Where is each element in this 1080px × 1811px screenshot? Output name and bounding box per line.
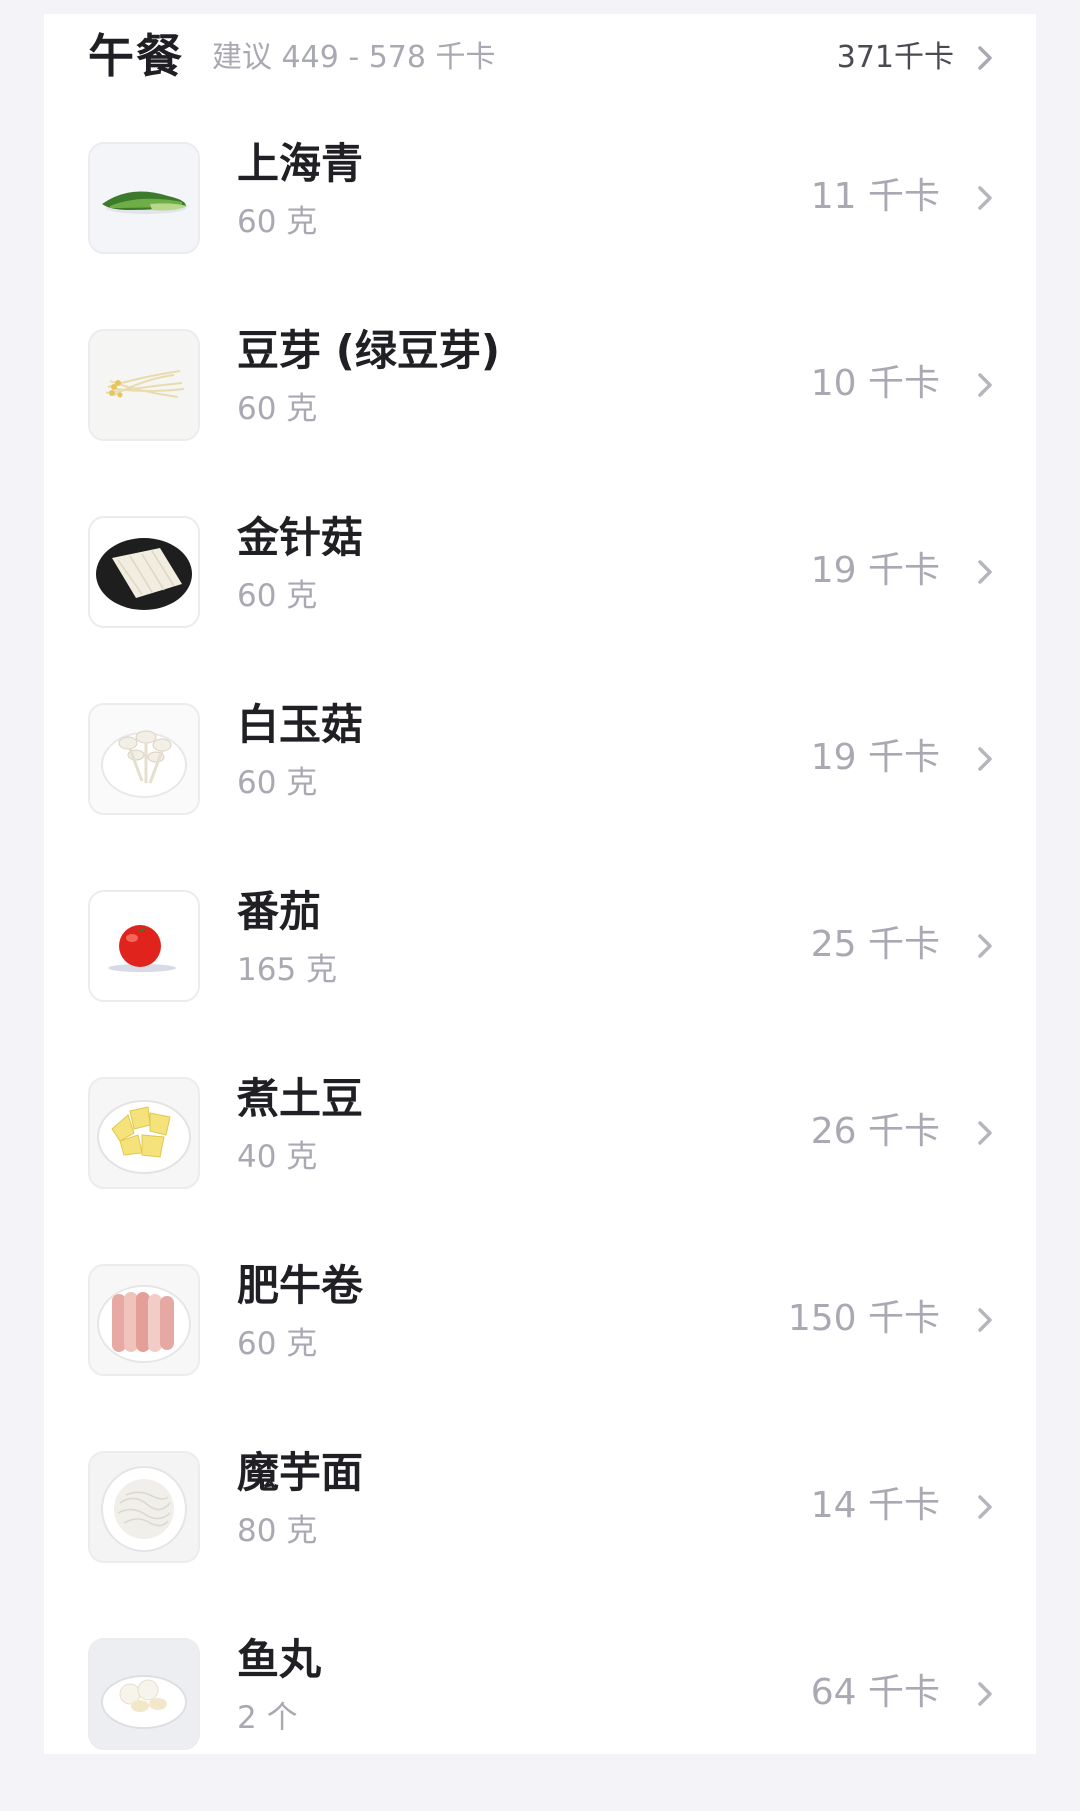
- bean-sprouts-photo: [88, 329, 200, 441]
- chevron-right-icon[interactable]: [976, 44, 994, 72]
- food-name: 上海青: [237, 139, 364, 188]
- chevron-right-icon[interactable]: [976, 1493, 994, 1521]
- food-kcal: 64 千卡: [810, 1672, 940, 1713]
- meal-suggestion: 建议 449 - 578 千卡: [212, 40, 496, 75]
- food-item-konjac-noodle[interactable]: 魔芋面 80 克 14 千卡: [44, 1437, 1036, 1624]
- tomato-photo: [88, 890, 200, 1002]
- food-name: 金针菇: [237, 513, 364, 562]
- food-kcal: 26 千卡: [810, 1111, 940, 1152]
- food-amount: 165 克: [237, 952, 338, 988]
- food-kcal: 14 千卡: [810, 1485, 940, 1526]
- food-amount: 60 克: [237, 1326, 318, 1362]
- food-item-tomato[interactable]: 番茄 165 克 25 千卡: [44, 876, 1036, 1063]
- chevron-right-icon[interactable]: [976, 184, 994, 212]
- food-kcal: 150 千卡: [787, 1298, 940, 1339]
- food-name: 番茄: [237, 887, 322, 936]
- food-amount: 80 克: [237, 1513, 318, 1549]
- food-name: 白玉菇: [237, 700, 364, 749]
- chevron-right-icon[interactable]: [976, 1680, 994, 1708]
- food-item-fish-ball[interactable]: 鱼丸 2 个 64 千卡: [44, 1624, 1036, 1811]
- food-kcal: 10 千卡: [810, 363, 940, 404]
- chevron-right-icon[interactable]: [976, 1119, 994, 1147]
- fish-ball-photo: [88, 1638, 200, 1750]
- boiled-potato-photo: [88, 1077, 200, 1189]
- enoki-mushroom-photo: [88, 516, 200, 628]
- food-item-beef-roll[interactable]: 肥牛卷 60 克 150 千卡: [44, 1250, 1036, 1437]
- meal-title: 午餐: [88, 29, 184, 83]
- food-amount: 60 克: [237, 765, 318, 801]
- food-kcal: 19 千卡: [810, 550, 940, 591]
- food-kcal: 25 千卡: [810, 924, 940, 965]
- food-kcal: 19 千卡: [810, 737, 940, 778]
- chevron-right-icon[interactable]: [976, 371, 994, 399]
- food-amount: 60 克: [237, 204, 318, 240]
- food-name: 鱼丸: [237, 1635, 322, 1684]
- chevron-right-icon[interactable]: [976, 745, 994, 773]
- meal-total-kcal: 371千卡: [836, 40, 954, 75]
- food-amount: 60 克: [237, 391, 318, 427]
- food-name: 魔芋面: [237, 1448, 364, 1497]
- chevron-right-icon[interactable]: [976, 558, 994, 586]
- food-item-enoki[interactable]: 金针菇 60 克 19 千卡: [44, 502, 1036, 689]
- beef-roll-photo: [88, 1264, 200, 1376]
- chevron-right-icon[interactable]: [976, 932, 994, 960]
- food-list: 上海青 60 克 11 千卡 豆芽 (绿豆芽) 60 克 10 千卡 金针菇 6…: [44, 128, 1036, 1811]
- food-name: 煮土豆: [237, 1074, 364, 1123]
- white-mushroom-photo: [88, 703, 200, 815]
- food-item-bean-sprouts[interactable]: 豆芽 (绿豆芽) 60 克 10 千卡: [44, 315, 1036, 502]
- chevron-right-icon[interactable]: [976, 1306, 994, 1334]
- food-name: 肥牛卷: [237, 1261, 364, 1310]
- lunch-card: 午餐 建议 449 - 578 千卡 371千卡 上海青 60 克 11 千卡: [44, 14, 1036, 1754]
- food-amount: 60 克: [237, 578, 318, 614]
- food-name: 豆芽 (绿豆芽): [237, 326, 501, 375]
- meal-header[interactable]: 午餐 建议 449 - 578 千卡 371千卡: [44, 14, 1036, 94]
- food-item-white-mushroom[interactable]: 白玉菇 60 克 19 千卡: [44, 689, 1036, 876]
- konjac-noodle-photo: [88, 1451, 200, 1563]
- food-item-bok-choy[interactable]: 上海青 60 克 11 千卡: [44, 128, 1036, 315]
- food-kcal: 11 千卡: [810, 176, 940, 217]
- food-amount: 2 个: [237, 1700, 298, 1736]
- food-amount: 40 克: [237, 1139, 318, 1175]
- food-item-boiled-potato[interactable]: 煮土豆 40 克 26 千卡: [44, 1063, 1036, 1250]
- bok-choy-photo: [88, 142, 200, 254]
